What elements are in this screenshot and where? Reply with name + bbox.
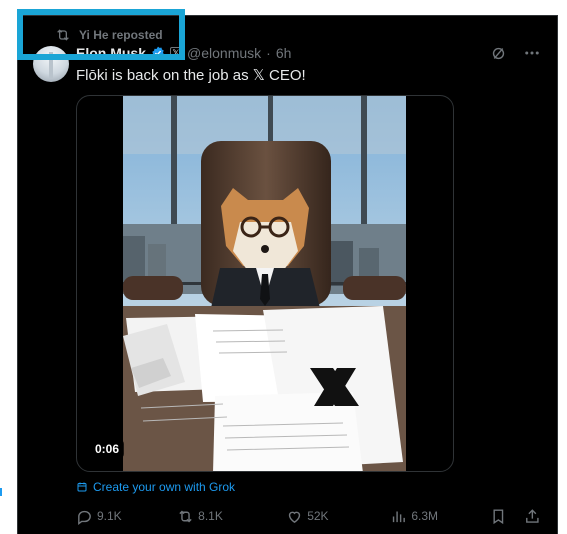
reply-count: 9.1K — [97, 509, 122, 523]
more-icon[interactable] — [523, 44, 541, 62]
grok-icon[interactable] — [490, 45, 507, 62]
post-header: Elon Musk 𝕏 @elonmusk · 6h — [76, 44, 291, 62]
like-icon — [289, 511, 301, 523]
grok-create-icon — [77, 482, 87, 492]
bookmark-icon[interactable] — [490, 508, 507, 525]
verified-icon — [152, 46, 164, 60]
author-handle[interactable]: @elonmusk — [187, 45, 261, 61]
repost-label: Yi He reposted — [79, 28, 163, 42]
repost-icon — [57, 29, 69, 41]
screenshot-stage: Yi He reposted Elon Musk 𝕏 @elonmusk · 6… — [0, 0, 567, 534]
grok-link-label: Create your own with Grok — [93, 480, 236, 494]
post-time[interactable]: 6h — [276, 45, 292, 61]
like-button[interactable]: 52K — [286, 508, 390, 525]
views-button[interactable]: 6.3M — [390, 508, 485, 525]
post-text: Flōki is back on the job as 𝕏 CEO! — [76, 67, 306, 84]
top-actions — [490, 44, 541, 62]
edge-indicator — [0, 488, 2, 496]
video-player[interactable]: 0:06 — [76, 95, 454, 472]
author-avatar[interactable] — [33, 46, 69, 82]
repost-count: 8.1K — [198, 509, 223, 523]
reply-button[interactable]: 9.1K — [76, 508, 177, 525]
meta-separator: · — [266, 45, 271, 61]
views-icon — [393, 511, 406, 522]
author-name[interactable]: Elon Musk — [76, 45, 146, 61]
views-count: 6.3M — [411, 509, 439, 523]
grok-link[interactable]: Create your own with Grok — [76, 480, 235, 494]
repost-context[interactable]: Yi He reposted — [55, 27, 163, 43]
video-frame — [123, 96, 406, 471]
reply-icon — [78, 510, 91, 525]
share-icon[interactable] — [524, 508, 541, 525]
repost-button[interactable]: 8.1K — [177, 508, 286, 525]
video-duration: 0:06 — [90, 440, 125, 458]
engagement-bar: 9.1K 8.1K 52K 6.3M — [76, 506, 541, 526]
x-affiliation-icon: 𝕏 — [170, 47, 183, 59]
repost-icon — [179, 510, 192, 522]
like-count: 52K — [307, 509, 329, 523]
post-card[interactable]: Yi He reposted Elon Musk 𝕏 @elonmusk · 6… — [17, 15, 558, 534]
